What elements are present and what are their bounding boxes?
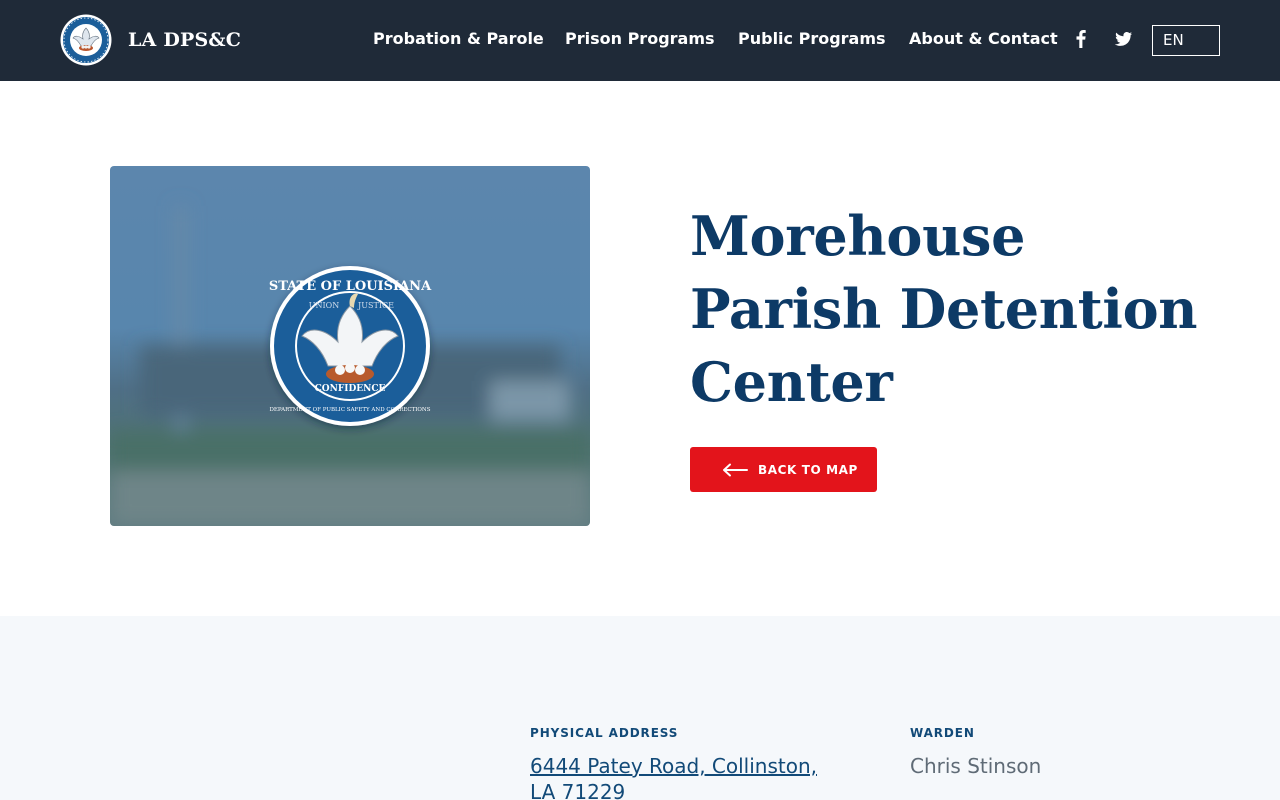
home-link[interactable]: LA DPS&C: [60, 14, 241, 66]
twitter-icon[interactable]: [1112, 28, 1134, 50]
language-select[interactable]: EN: [1152, 25, 1220, 56]
arrow-left-icon: [723, 463, 748, 476]
louisiana-seal-logo: [60, 14, 112, 66]
seal-motto-bottom: CONFIDENCE: [315, 384, 386, 394]
page-title: Morehouse Parish Detention Center: [690, 204, 1198, 414]
seal-motto-right: JUSTICE: [357, 301, 394, 310]
back-to-map-label: BACK TO MAP: [758, 462, 858, 477]
seal-motto-left: UNION: [309, 301, 339, 310]
nav-public-programs[interactable]: Public Programs: [738, 29, 886, 48]
nav-prison-programs[interactable]: Prison Programs: [565, 29, 715, 48]
warden-label: WARDEN: [910, 726, 975, 740]
address-link[interactable]: 6444 Patey Road, Collinston, LA 71229: [530, 753, 820, 800]
site-header: LA DPS&C Probation & Parole Prison Progr…: [0, 0, 1280, 81]
nav-about-contact[interactable]: About & Contact: [909, 29, 1058, 48]
facebook-icon[interactable]: [1070, 28, 1092, 50]
seal-top-text: STATE OF LOUISIANA: [269, 279, 432, 294]
warden-name: Chris Stinson: [910, 754, 1042, 778]
back-to-map-button[interactable]: BACK TO MAP: [690, 447, 877, 492]
seal-outer-text: DEPARTMENT OF PUBLIC SAFETY AND CORRECTI…: [269, 407, 430, 413]
facility-details: PHYSICAL ADDRESS 6444 Patey Road, Collin…: [0, 616, 1280, 800]
facility-photo: STATE OF LOUISIANA UNION JUSTICE CONFIDE…: [110, 166, 590, 526]
nav-probation-parole[interactable]: Probation & Parole: [373, 29, 544, 48]
brand-name: LA DPS&C: [128, 29, 242, 51]
address-label: PHYSICAL ADDRESS: [530, 726, 679, 740]
